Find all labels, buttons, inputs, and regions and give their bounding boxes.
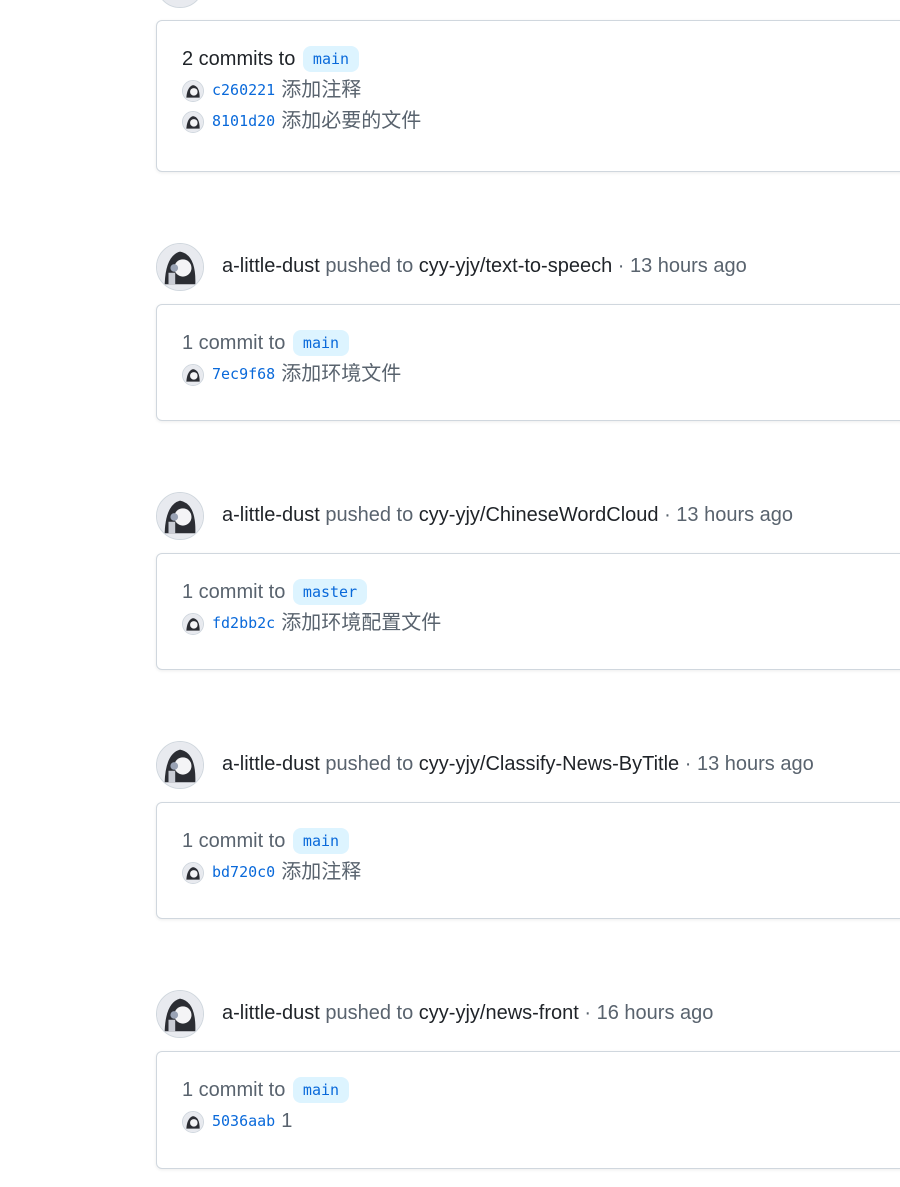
avatar-image-icon bbox=[183, 1111, 203, 1132]
event-time: · 13 hours ago bbox=[617, 255, 747, 277]
action-text: pushed to bbox=[325, 504, 414, 526]
avatar[interactable] bbox=[182, 1110, 204, 1133]
avatar-image-icon bbox=[183, 862, 203, 883]
repo-link[interactable]: cyy-yjy/Classify-News-ByTitle bbox=[419, 753, 679, 775]
push-event-card: 2 commits to main c260221 添加注释 8101d20 添加必… bbox=[156, 20, 900, 172]
commit-count: 2 commits to bbox=[182, 48, 296, 70]
actor-link[interactable]: a-little-dust bbox=[222, 255, 320, 277]
branch-label[interactable]: main bbox=[292, 1076, 350, 1103]
commit-sha-link[interactable]: c260221 bbox=[212, 81, 275, 99]
branch-label[interactable]: main bbox=[302, 45, 360, 72]
commit-message: 添加环境文件 bbox=[281, 363, 402, 386]
branch-label[interactable]: master bbox=[292, 578, 368, 605]
avatar-image-icon bbox=[157, 991, 203, 1037]
repo-link[interactable]: cyy-yjy/ChineseWordCloud bbox=[419, 504, 659, 526]
commit-row: 7ec9f68 添加环境文件 bbox=[182, 359, 900, 390]
event-header: a-little-dust pushed to cyy-yjy/news-fro… bbox=[222, 999, 713, 1027]
commit-count: 1 commit to bbox=[182, 332, 286, 354]
commit-count: 1 commit to bbox=[182, 581, 286, 603]
event-time: · 16 hours ago bbox=[584, 1002, 714, 1024]
event-header: a-little-dust pushed to cyy-yjy/text-to-… bbox=[222, 252, 747, 280]
branch-label[interactable]: main bbox=[292, 329, 350, 356]
avatar-image-icon bbox=[183, 364, 203, 385]
push-event-card: 1 commit to main 5036aab 1 bbox=[156, 1051, 900, 1169]
action-text: pushed to bbox=[325, 1002, 414, 1024]
avatar[interactable] bbox=[182, 363, 204, 386]
commit-sha-link[interactable]: 7ec9f68 bbox=[212, 365, 275, 383]
commit-row: fd2bb2c 添加环境配置文件 bbox=[182, 608, 900, 639]
avatar[interactable] bbox=[182, 861, 204, 884]
commit-row: c260221 添加注释 bbox=[182, 75, 900, 106]
event-time: · 13 hours ago bbox=[684, 753, 814, 775]
commit-message: 添加环境配置文件 bbox=[281, 612, 442, 635]
avatar-image-icon bbox=[163, 0, 197, 7]
event-time: · 13 hours ago bbox=[664, 504, 794, 526]
commit-count: 1 commit to bbox=[182, 1079, 286, 1101]
avatar-image-icon bbox=[157, 742, 203, 788]
avatar[interactable] bbox=[156, 492, 204, 540]
repo-link[interactable]: cyy-yjy/news-front bbox=[419, 1002, 579, 1024]
actor-link[interactable]: a-little-dust bbox=[222, 504, 320, 526]
commit-row: 8101d20 添加必要的文件 bbox=[182, 106, 900, 137]
avatar[interactable] bbox=[156, 990, 204, 1038]
commit-row: bd720c0 添加注释 bbox=[182, 857, 900, 888]
push-event-card: 1 commit to main bd720c0 添加注释 bbox=[156, 802, 900, 919]
commit-sha-link[interactable]: 5036aab bbox=[212, 1112, 275, 1130]
activity-feed: 2 commits to main c260221 添加注释 8101d20 添加必… bbox=[0, 0, 900, 1187]
avatar[interactable] bbox=[156, 243, 204, 291]
avatar[interactable] bbox=[182, 79, 204, 102]
commit-summary: 2 commits to main bbox=[182, 43, 900, 75]
commit-summary: 1 commit to master bbox=[182, 576, 900, 608]
branch-label[interactable]: main bbox=[292, 827, 350, 854]
commit-count: 1 commit to bbox=[182, 830, 286, 852]
repo-link[interactable]: cyy-yjy/text-to-speech bbox=[419, 255, 612, 277]
avatar[interactable] bbox=[156, 0, 204, 8]
avatar-image-icon bbox=[157, 493, 203, 539]
commit-summary: 1 commit to main bbox=[182, 825, 900, 857]
commit-summary: 1 commit to main bbox=[182, 1074, 900, 1106]
action-text: pushed to bbox=[325, 255, 414, 277]
avatar-image-icon bbox=[157, 244, 203, 290]
push-event-card: 1 commit to master fd2bb2c 添加环境配置文件 bbox=[156, 553, 900, 670]
avatar[interactable] bbox=[182, 612, 204, 635]
avatar-image-icon bbox=[183, 80, 203, 101]
action-text: pushed to bbox=[325, 753, 414, 775]
commit-message: 添加注释 bbox=[281, 79, 362, 102]
commit-message: 添加必要的文件 bbox=[281, 110, 422, 133]
push-event-card: 1 commit to main 7ec9f68 添加环境文件 bbox=[156, 304, 900, 421]
actor-link[interactable]: a-little-dust bbox=[222, 753, 320, 775]
commit-message: 添加注释 bbox=[281, 861, 362, 884]
commit-message: 1 bbox=[281, 1110, 293, 1133]
avatar-image-icon bbox=[183, 613, 203, 634]
commit-row: 5036aab 1 bbox=[182, 1106, 900, 1137]
event-header: a-little-dust pushed to cyy-yjy/ChineseW… bbox=[222, 501, 793, 529]
commit-sha-link[interactable]: bd720c0 bbox=[212, 863, 275, 881]
avatar[interactable] bbox=[182, 110, 204, 133]
avatar[interactable] bbox=[156, 741, 204, 789]
avatar-image-icon bbox=[183, 111, 203, 132]
commit-sha-link[interactable]: 8101d20 bbox=[212, 112, 275, 130]
commit-sha-link[interactable]: fd2bb2c bbox=[212, 614, 275, 632]
actor-link[interactable]: a-little-dust bbox=[222, 1002, 320, 1024]
event-header: a-little-dust pushed to cyy-yjy/Classify… bbox=[222, 750, 814, 778]
commit-summary: 1 commit to main bbox=[182, 327, 900, 359]
